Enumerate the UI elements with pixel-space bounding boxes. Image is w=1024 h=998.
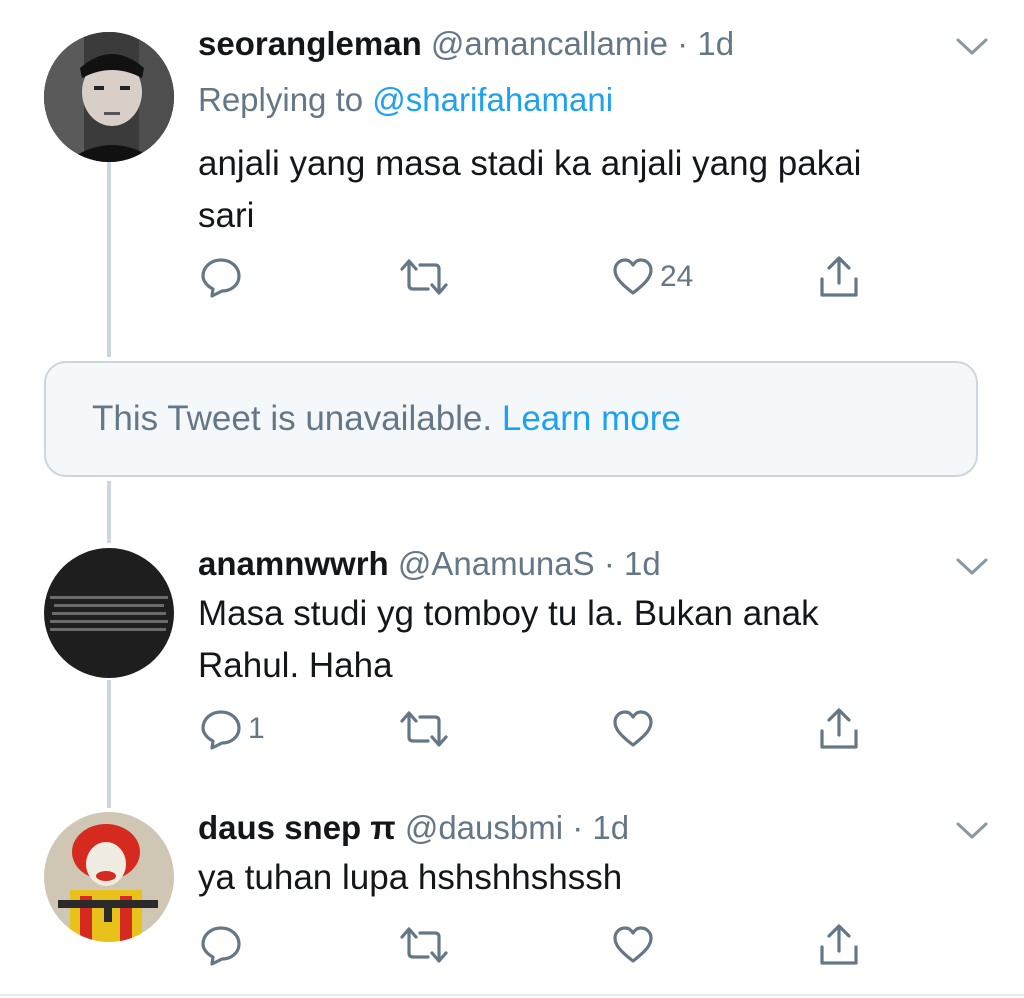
share-icon — [820, 256, 858, 297]
tweet-actions — [198, 920, 878, 970]
separator: · — [563, 809, 593, 846]
tweet-header: anamnwwrh @AnamunaS · 1d — [198, 544, 661, 584]
tweet-text-line: anjali yang masa stadi ka anjali yang pa… — [198, 144, 862, 183]
replying-to-link[interactable]: @sharifahamani — [372, 81, 613, 118]
tweet-header: seorangleman @amancallamie · 1d — [198, 24, 734, 64]
avatar[interactable] — [44, 32, 174, 162]
heart-icon — [613, 258, 653, 295]
display-name[interactable]: anamnwwrh — [198, 545, 389, 582]
chevron-down-icon[interactable] — [955, 36, 989, 58]
tweet-text: Masa studi yg tomboy tu la. Bukan anak R… — [198, 588, 978, 692]
learn-more-link[interactable]: Learn more — [502, 399, 681, 438]
share-icon — [820, 924, 858, 965]
reply-icon — [201, 710, 241, 750]
avatar[interactable] — [44, 548, 174, 678]
tweet-text-line: ya tuhan lupa hshshhshssh — [198, 858, 623, 897]
display-name[interactable]: seorangleman — [198, 25, 422, 62]
tweet-actions: 1 — [198, 704, 878, 754]
tweet-text-line: Rahul. Haha — [198, 646, 393, 685]
tweet-header: daus snep π @dausbmi · 1d — [198, 808, 629, 848]
replying-label: Replying to — [198, 81, 373, 118]
like-count: 24 — [660, 260, 694, 293]
reply-button[interactable]: 1 — [200, 704, 265, 754]
timestamp[interactable]: 1d — [624, 545, 661, 582]
chevron-down-icon[interactable] — [955, 820, 989, 842]
retweet-icon — [400, 927, 448, 963]
tweet-actions: 24 — [198, 252, 878, 302]
divider — [0, 994, 1024, 996]
heart-icon — [613, 710, 653, 747]
tweet-3[interactable]: daus snep π @dausbmi · 1d ya tuhan lupa … — [0, 800, 1024, 994]
retweet-icon — [400, 711, 448, 747]
reply-icon — [201, 926, 241, 966]
avatar[interactable] — [44, 812, 174, 942]
retweet-button[interactable] — [398, 920, 456, 970]
like-button[interactable] — [612, 704, 660, 754]
tweet-text: ya tuhan lupa hshshhshssh — [198, 852, 978, 904]
share-button[interactable] — [818, 920, 860, 970]
retweet-button[interactable] — [398, 704, 456, 754]
tweet-text: anjali yang masa stadi ka anjali yang pa… — [198, 138, 978, 242]
chevron-down-icon[interactable] — [955, 556, 989, 578]
tweet-2[interactable]: anamnwwrh @AnamunaS · 1d Masa studi yg t… — [0, 540, 1024, 790]
share-icon — [820, 708, 858, 749]
tweet-text-line: sari — [198, 196, 255, 235]
heart-icon — [613, 926, 653, 963]
replying-to: Replying to @sharifahamani — [198, 80, 613, 120]
username[interactable]: @AnamunaS — [398, 545, 595, 582]
retweet-icon — [400, 259, 448, 295]
unavailable-tweet-box: This Tweet is unavailable. Learn more — [44, 361, 978, 477]
reply-count: 1 — [248, 712, 265, 745]
separator: · — [594, 545, 624, 582]
timestamp[interactable]: 1d — [697, 25, 734, 62]
reply-button[interactable] — [200, 920, 248, 970]
timestamp[interactable]: 1d — [592, 809, 629, 846]
like-button[interactable]: 24 — [612, 252, 693, 302]
tweet-text-line: Masa studi yg tomboy tu la. Bukan anak — [198, 594, 819, 633]
separator: · — [668, 25, 698, 62]
retweet-button[interactable] — [398, 252, 456, 302]
reply-button[interactable] — [200, 252, 248, 302]
tweet-1[interactable]: seorangleman @amancallamie · 1d Replying… — [0, 0, 1024, 360]
unavailable-text: This Tweet is unavailable. — [92, 399, 502, 438]
thread-line — [107, 481, 111, 543]
share-button[interactable] — [818, 252, 860, 302]
reply-icon — [201, 258, 241, 298]
share-button[interactable] — [818, 704, 860, 754]
display-name[interactable]: daus snep π — [198, 809, 396, 846]
like-button[interactable] — [612, 920, 660, 970]
username[interactable]: @dausbmi — [405, 809, 563, 846]
unavailable-message: This Tweet is unavailable. Learn more — [92, 399, 681, 439]
username[interactable]: @amancallamie — [431, 25, 668, 62]
